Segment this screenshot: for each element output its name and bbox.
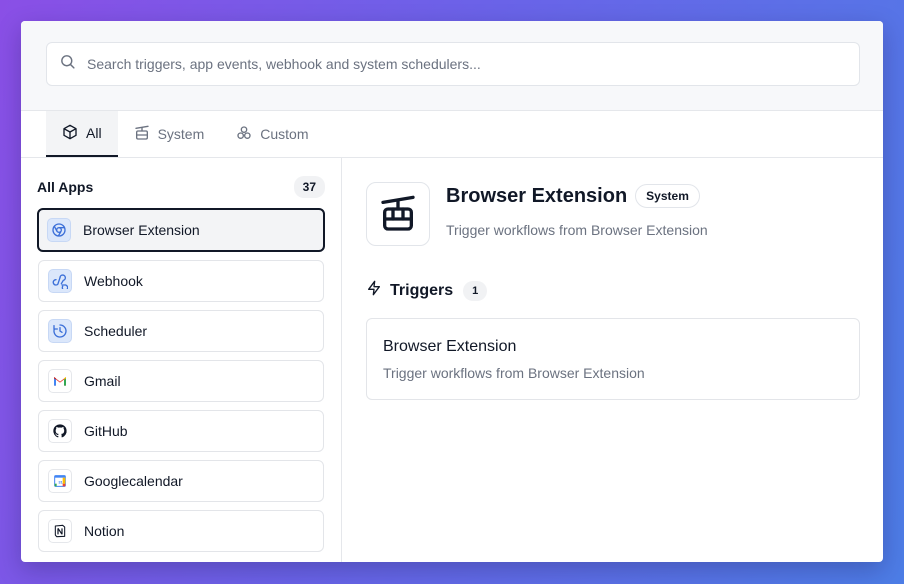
- sidebar-item-browser-extension[interactable]: Browser Extension: [37, 208, 325, 252]
- sidebar-item-label: Googlecalendar: [84, 473, 183, 489]
- content-body: All Apps 37 Browser Extension Webhook Sc…: [21, 158, 883, 562]
- tab-label: Custom: [260, 126, 309, 142]
- search-input[interactable]: [87, 56, 859, 72]
- detail-header: Browser Extension System Trigger workflo…: [366, 182, 860, 246]
- cable-car-icon: [134, 125, 150, 144]
- sidebar-title: All Apps: [37, 179, 94, 195]
- trigger-name: Browser Extension: [383, 338, 517, 355]
- cable-car-icon: [366, 182, 430, 246]
- trigger-picker-panel: All System Custom All Apps 37: [21, 21, 883, 562]
- chrome-icon: [47, 218, 71, 242]
- tab-bar: All System Custom: [21, 111, 883, 158]
- tab-custom[interactable]: Custom: [220, 111, 324, 157]
- tab-label: System: [157, 126, 205, 142]
- sidebar-item-label: Scheduler: [84, 323, 148, 339]
- zap-icon: [366, 280, 382, 301]
- sidebar-item-label: Webhook: [84, 273, 143, 289]
- triggers-count-badge: 1: [463, 280, 488, 301]
- notion-icon: [48, 519, 72, 543]
- clock-icon: [48, 319, 72, 343]
- status-badge: System: [635, 184, 700, 208]
- tab-label: All: [86, 125, 102, 141]
- box-icon: [62, 124, 78, 143]
- search-icon: [59, 53, 76, 75]
- triggers-header: Triggers 1: [366, 280, 860, 301]
- sidebar-item-github[interactable]: GitHub: [38, 410, 324, 452]
- tab-all[interactable]: All: [46, 111, 118, 157]
- sidebar-item-label: GitHub: [84, 423, 128, 439]
- search-area: [21, 21, 883, 111]
- webhook-icon: [48, 269, 72, 293]
- apps-count-badge: 37: [293, 176, 325, 198]
- google-calendar-icon: 31: [48, 469, 72, 493]
- github-icon: [48, 419, 72, 443]
- svg-text:31: 31: [58, 479, 63, 484]
- sidebar-item-label: Browser Extension: [83, 222, 200, 238]
- gmail-icon: [48, 369, 72, 393]
- page-title: Browser Extension: [446, 184, 628, 207]
- sidebar-item-label: Notion: [84, 523, 125, 539]
- components-icon: [236, 125, 252, 144]
- sidebar-item-label: Gmail: [84, 373, 121, 389]
- trigger-description: Trigger workflows from Browser Extension: [383, 365, 645, 381]
- triggers-title: Triggers: [390, 281, 454, 299]
- sidebar-item-gmail[interactable]: Gmail: [38, 360, 324, 402]
- apps-sidebar: All Apps 37 Browser Extension Webhook Sc…: [21, 158, 342, 562]
- tab-system[interactable]: System: [118, 111, 221, 157]
- app-description: Trigger workflows from Browser Extension: [446, 222, 708, 238]
- sidebar-item-scheduler[interactable]: Scheduler: [38, 310, 324, 352]
- sidebar-item-notion[interactable]: Notion: [38, 510, 324, 552]
- search-box[interactable]: [46, 42, 860, 86]
- trigger-card[interactable]: Browser Extension Trigger workflows from…: [366, 318, 860, 400]
- sidebar-header: All Apps 37: [37, 176, 325, 198]
- sidebar-item-webhook[interactable]: Webhook: [38, 260, 324, 302]
- app-detail-panel: Browser Extension System Trigger workflo…: [342, 158, 883, 562]
- sidebar-item-googlecalendar[interactable]: 31 Googlecalendar: [38, 460, 324, 502]
